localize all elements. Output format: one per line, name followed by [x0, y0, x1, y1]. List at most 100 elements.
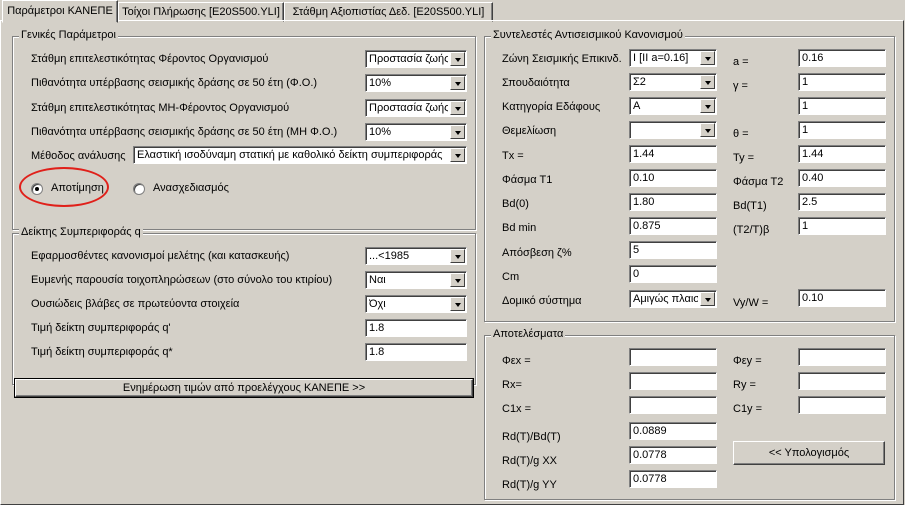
importance-label: Σπουδαιότητα — [502, 77, 570, 89]
chevron-down-icon[interactable] — [450, 249, 465, 263]
calculate-button[interactable]: << Υπολογισμός — [733, 441, 885, 465]
analysis-method-select[interactable]: Ελαστική ισοδύναμη στατική με καθολικό δ… — [133, 146, 467, 164]
radio-assessment-label[interactable]: Αποτίμηση — [51, 182, 104, 194]
cm-label: Cm — [502, 271, 520, 283]
tab-bar: Παράμετροι ΚΑΝΕΠΕ Τοίχοι Πλήρωσης [E20S5… — [0, 0, 905, 23]
bearing-probability-select[interactable]: 10% — [365, 74, 467, 92]
rd-g-xx-label: Rd(T)/g XX — [502, 455, 558, 467]
chevron-down-icon[interactable] — [450, 273, 465, 287]
ry-label: Ry = — [733, 379, 756, 391]
spectrum-t1-input[interactable]: 0.10 — [629, 169, 717, 187]
soil-category-select[interactable]: A — [629, 97, 717, 115]
damage-label: Ουσιώδεις βλάβες σε πρωτεύοντα στοιχεία — [31, 298, 240, 310]
importance-select[interactable]: Σ2 — [629, 73, 717, 91]
chevron-down-icon[interactable] — [700, 75, 715, 89]
unlabeled-coefficient-input[interactable]: 1 — [798, 97, 886, 115]
theta-input[interactable]: 1 — [798, 121, 886, 139]
bearing-performance-label: Στάθμη επιτελεστικότητας Φέροντος Οργανι… — [31, 53, 269, 65]
chevron-down-icon[interactable] — [700, 123, 715, 137]
update-from-prechecks-button[interactable]: Ενημέρωση τιμών από προελέγχους ΚΑΝΕΠΕ >… — [14, 378, 474, 398]
chevron-down-icon[interactable] — [700, 292, 715, 306]
ry-output[interactable] — [798, 372, 886, 390]
ty-input[interactable]: 1.44 — [798, 145, 886, 163]
nonbearing-probability-label: Πιθανότητα υπέρβασης σεισμικής δράσης σε… — [31, 126, 338, 138]
nonbearing-probability-select[interactable]: 10% — [365, 123, 467, 141]
tx-input[interactable]: 1.44 — [629, 145, 717, 163]
bd0-input[interactable]: 1.80 — [629, 193, 717, 211]
structural-system-label: Δομικό σύστημα — [502, 295, 582, 307]
seismic-zone-label: Ζώνη Σεισμικής Επικινδ. — [502, 53, 622, 65]
design-codes-select[interactable]: ...<1985 — [365, 247, 467, 265]
vy-w-label: Vy/W = — [733, 297, 769, 309]
structural-system-select[interactable]: Αμιγώς πλαισ — [629, 290, 717, 308]
phi-ex-output[interactable] — [629, 348, 717, 366]
rd-g-yy-label: Rd(T)/g YY — [502, 479, 557, 491]
radio-redesign[interactable] — [133, 183, 145, 195]
bd-min-input[interactable]: 0.875 — [629, 217, 717, 235]
damage-select[interactable]: Όχι — [365, 295, 467, 313]
radio-redesign-label[interactable]: Ανασχεδιασμός — [153, 182, 229, 194]
q-star-input[interactable]: 1.8 — [365, 343, 467, 361]
infill-presence-select[interactable]: Ναι — [365, 271, 467, 289]
chevron-down-icon[interactable] — [700, 51, 715, 65]
c1x-output[interactable] — [629, 396, 717, 414]
radio-assessment[interactable] — [31, 183, 43, 195]
a-label: a = — [733, 56, 749, 68]
bd-t1-input[interactable]: 2.5 — [798, 193, 886, 211]
behavior-factor-title: Δείκτης Συμπεριφοράς q — [19, 226, 143, 238]
rx-output[interactable] — [629, 372, 717, 390]
q-prime-input[interactable]: 1.8 — [365, 319, 467, 337]
bearing-probability-label: Πιθανότητα υπέρβασης σεισμικής δράσης σε… — [31, 77, 318, 89]
foundation-label: Θεμελίωση — [502, 125, 557, 137]
soil-category-label: Κατηγορία Εδάφους — [502, 101, 601, 113]
seismic-coefficients-title: Συντελεστές Αντισεισμικού Κανονισμού — [491, 29, 685, 41]
tx-label: Tx = — [502, 150, 524, 162]
t2-t-beta-label: (T2/T)β — [733, 224, 770, 236]
t2-t-beta-input[interactable]: 1 — [798, 217, 886, 235]
tab-kanepe-params[interactable]: Παράμετροι ΚΑΝΕΠΕ — [2, 0, 118, 23]
tab-data-reliability[interactable]: Στάθμη Αξιοπιστίας Δεδ. [E20S500.YLI] — [284, 2, 493, 22]
c1y-label: C1y = — [733, 403, 763, 415]
chevron-down-icon[interactable] — [700, 99, 715, 113]
a-input[interactable]: 0.16 — [798, 49, 886, 67]
tab-infill-walls[interactable]: Τοίχοι Πλήρωσης [E20S500.YLI] — [118, 2, 284, 22]
infill-presence-label: Ευμενής παρουσία τοιχοπληρώσεων (στο σύν… — [31, 274, 333, 286]
design-codes-label: Εφαρμοσθέντες κανονισμοί μελέτης (και κα… — [31, 250, 290, 262]
chevron-down-icon[interactable] — [450, 297, 465, 311]
theta-label: θ = — [733, 128, 749, 140]
chevron-down-icon[interactable] — [450, 101, 465, 115]
c1x-label: C1x = — [502, 403, 532, 415]
general-params-group: Γενικές Παράμετροι Στάθμη επιτελεστικότη… — [12, 29, 476, 230]
phi-ey-output[interactable] — [798, 348, 886, 366]
gamma-input[interactable]: 1 — [798, 73, 886, 91]
results-group: Αποτελέσματα Φεx = Rx= C1x = Rd(T)/Bd(T)… — [484, 328, 895, 500]
rd-g-yy-output[interactable]: 0.0778 — [629, 470, 717, 488]
damping-label: Απόσβεση ζ% — [502, 247, 572, 259]
chevron-down-icon[interactable] — [450, 148, 465, 162]
rd-g-xx-output[interactable]: 0.0778 — [629, 446, 717, 464]
q-prime-label: Τιμή δείκτη συμπεριφοράς q' — [31, 322, 171, 334]
spectrum-t1-label: Φάσμα Τ1 — [502, 174, 553, 186]
cm-input[interactable]: 0 — [629, 265, 717, 283]
chevron-down-icon[interactable] — [450, 125, 465, 139]
rd-bd-label: Rd(T)/Bd(T) — [502, 431, 561, 443]
analysis-method-label: Μέθοδος ανάλυσης — [31, 150, 126, 162]
nonbearing-performance-select[interactable]: Προστασία ζωής — [365, 99, 467, 117]
bd0-label: Bd(0) — [502, 198, 529, 210]
foundation-select[interactable] — [629, 121, 717, 139]
damping-input[interactable]: 5 — [629, 241, 717, 259]
spectrum-t2-input[interactable]: 0.40 — [798, 169, 886, 187]
q-star-label: Τιμή δείκτη συμπεριφοράς q* — [31, 346, 173, 358]
vy-w-input[interactable]: 0.10 — [798, 289, 886, 307]
bearing-performance-select[interactable]: Προστασία ζωής — [365, 50, 467, 68]
chevron-down-icon[interactable] — [450, 76, 465, 90]
rd-bd-output[interactable]: 0.0889 — [629, 422, 717, 440]
rx-label: Rx= — [502, 379, 522, 391]
chevron-down-icon[interactable] — [450, 52, 465, 66]
results-title: Αποτελέσματα — [491, 328, 566, 340]
behavior-factor-group: Δείκτης Συμπεριφοράς q Εφαρμοσθέντες καν… — [12, 226, 476, 385]
seismic-zone-select[interactable]: I [II a=0.16] — [629, 49, 717, 67]
c1y-output[interactable] — [798, 396, 886, 414]
phi-ey-label: Φεy = — [733, 355, 762, 367]
spectrum-t2-label: Φάσμα Τ2 — [733, 176, 784, 188]
